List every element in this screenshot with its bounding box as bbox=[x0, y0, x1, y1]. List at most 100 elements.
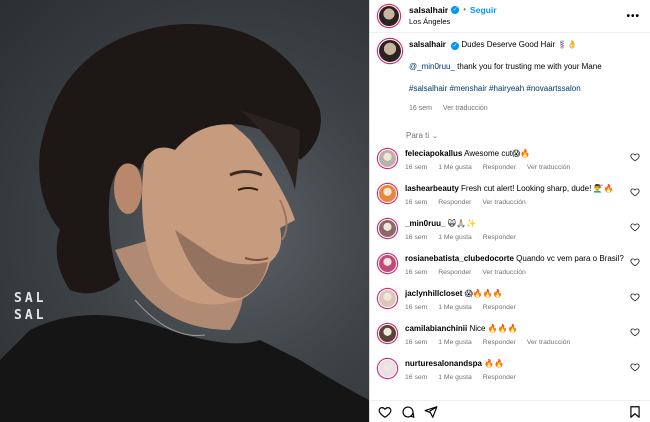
comment-text: 🙀🙏🏼✨ bbox=[447, 219, 476, 228]
commenter-username[interactable]: lashearbeauty bbox=[405, 184, 459, 193]
comment-row: rosianebatista_clubedocorte Quando vc ve… bbox=[378, 253, 640, 288]
comment-reply-button[interactable]: Responder bbox=[483, 234, 516, 241]
comment-body: jaclynhillcloset 😱🔥🔥🔥 16 sem 1 Me gusta … bbox=[405, 288, 630, 311]
comment-likes[interactable]: 1 Me gusta bbox=[438, 234, 472, 241]
comment-likes[interactable]: 1 Me gusta bbox=[438, 339, 472, 346]
commenter-avatar[interactable] bbox=[378, 219, 397, 238]
comment-reply-button[interactable]: Responder bbox=[438, 269, 471, 276]
watermark-line: SAL bbox=[14, 308, 47, 323]
post-header: salsalhair ✓ • Seguir Los Ángeles ••• bbox=[370, 0, 650, 33]
comment-time[interactable]: 16 sem bbox=[405, 269, 427, 276]
heart-icon[interactable] bbox=[630, 222, 640, 232]
comment-reply-button[interactable]: Responder bbox=[438, 199, 471, 206]
caption-time[interactable]: 16 sem bbox=[409, 105, 432, 112]
heart-icon[interactable] bbox=[630, 257, 640, 267]
photo-watermark: SAL SAL bbox=[14, 290, 46, 324]
commenter-avatar[interactable] bbox=[378, 289, 397, 308]
comment-reply-button[interactable]: Responder bbox=[483, 374, 516, 381]
heart-icon[interactable] bbox=[630, 327, 640, 337]
comment-text: Nice 🔥🔥🔥 bbox=[469, 324, 518, 333]
comment-reply-button[interactable]: Responder bbox=[483, 304, 516, 311]
comment-meta: 16 sem 1 Me gusta Responder Ver traducci… bbox=[405, 339, 630, 346]
comment-text-line: _min0ruu_ 🙀🙏🏼✨ bbox=[405, 218, 630, 229]
share-icon[interactable] bbox=[424, 405, 438, 419]
comment-time[interactable]: 16 sem bbox=[405, 374, 427, 381]
caption-thanks-text: thank you for trusting me with your Mane bbox=[454, 62, 602, 71]
comment-translate-link[interactable]: Ver traducción bbox=[482, 199, 525, 206]
post-viewer: SAL SAL salsalhair ✓ • Seguir Los Ángele… bbox=[0, 0, 650, 422]
comment-time[interactable]: 16 sem bbox=[405, 234, 427, 241]
post-sidebar: salsalhair ✓ • Seguir Los Ángeles ••• sa… bbox=[369, 0, 650, 422]
post-location[interactable]: Los Ángeles bbox=[409, 16, 626, 28]
comment-meta: 16 sem 1 Me gusta Responder bbox=[405, 374, 630, 381]
bookmark-icon[interactable] bbox=[628, 405, 642, 419]
commenter-username[interactable]: _min0ruu_ bbox=[405, 219, 445, 228]
comment-body: _min0ruu_ 🙀🙏🏼✨ 16 sem 1 Me gusta Respond… bbox=[405, 218, 630, 241]
caption-meta: 16 sem Ver traducción bbox=[409, 103, 640, 114]
commenter-username[interactable]: rosianebatista_clubedocorte bbox=[405, 254, 514, 263]
heart-icon[interactable] bbox=[630, 362, 640, 372]
author-avatar[interactable] bbox=[378, 5, 400, 27]
comment-row: camilabianchinii Nice 🔥🔥🔥 16 sem 1 Me gu… bbox=[378, 323, 640, 358]
comment-meta: 16 sem 1 Me gusta Responder Ver traducci… bbox=[405, 164, 630, 171]
author-username[interactable]: salsalhair bbox=[409, 4, 448, 16]
action-bar bbox=[370, 400, 650, 422]
comment-row: feleciapokallus Awesome cut😱🔥 16 sem 1 M… bbox=[378, 148, 640, 183]
chevron-down-icon: ⌄ bbox=[432, 132, 438, 140]
commenter-avatar[interactable] bbox=[378, 359, 397, 378]
for-you-filter[interactable]: Para ti ⌄ bbox=[406, 131, 640, 140]
comment-body: feleciapokallus Awesome cut😱🔥 16 sem 1 M… bbox=[405, 148, 630, 171]
comment-icon[interactable] bbox=[401, 405, 415, 419]
comment-translate-link[interactable]: Ver traducción bbox=[482, 269, 525, 276]
comment-text: 😱🔥🔥🔥 bbox=[464, 289, 503, 298]
comment-text-line: rosianebatista_clubedocorte Quando vc ve… bbox=[405, 253, 630, 264]
commenter-avatar[interactable] bbox=[378, 184, 397, 203]
commenter-avatar[interactable] bbox=[378, 149, 397, 168]
heart-icon[interactable] bbox=[378, 405, 392, 419]
more-options-icon[interactable]: ••• bbox=[626, 11, 640, 22]
caption-body: salsalhair ✓ Dudes Deserve Good Hair 💈👌 … bbox=[409, 39, 640, 114]
caption-hashtags[interactable]: #salsalhair #menshair #hairyeah #novaart… bbox=[409, 83, 640, 94]
comment-translate-link[interactable]: Ver traducción bbox=[527, 339, 570, 346]
comment-time[interactable]: 16 sem bbox=[405, 164, 427, 171]
commenter-username[interactable]: feleciapokallus bbox=[405, 149, 462, 158]
commenter-avatar[interactable] bbox=[378, 324, 397, 343]
caption-username[interactable]: salsalhair bbox=[409, 40, 446, 49]
follow-button[interactable]: Seguir bbox=[470, 4, 496, 16]
comment-translate-link[interactable]: Ver traducción bbox=[527, 164, 570, 171]
commenter-username[interactable]: jaclynhillcloset bbox=[405, 289, 462, 298]
caption-mention-link[interactable]: @_min0ruu_ bbox=[409, 62, 455, 71]
comment-text-line: nurturesalonandspa 🔥🔥 bbox=[405, 358, 630, 369]
comment-text: Quando vc vem para o Brasil? bbox=[516, 254, 624, 263]
for-you-label: Para ti bbox=[406, 131, 430, 140]
comment-likes[interactable]: 1 Me gusta bbox=[438, 304, 472, 311]
caption-avatar[interactable] bbox=[378, 39, 402, 63]
author-info: salsalhair ✓ • Seguir Los Ángeles bbox=[409, 4, 626, 28]
comment-time[interactable]: 16 sem bbox=[405, 304, 427, 311]
comment-reply-button[interactable]: Responder bbox=[483, 339, 516, 346]
heart-icon[interactable] bbox=[630, 187, 640, 197]
comment-reply-button[interactable]: Responder bbox=[483, 164, 516, 171]
author-row: salsalhair ✓ • Seguir bbox=[409, 4, 626, 16]
comment-meta: 16 sem 1 Me gusta Responder bbox=[405, 304, 630, 311]
commenter-avatar[interactable] bbox=[378, 254, 397, 273]
post-image[interactable]: SAL SAL bbox=[0, 0, 369, 422]
heart-icon[interactable] bbox=[630, 292, 640, 302]
comment-text: Fresh cut alert! Looking sharp, dude! 💇‍… bbox=[461, 184, 614, 193]
comments-scroll-area[interactable]: salsalhair ✓ Dudes Deserve Good Hair 💈👌 … bbox=[370, 33, 650, 400]
comment-time[interactable]: 16 sem bbox=[405, 199, 427, 206]
comment-body: camilabianchinii Nice 🔥🔥🔥 16 sem 1 Me gu… bbox=[405, 323, 630, 346]
comment-text: Awesome cut😱🔥 bbox=[464, 149, 531, 158]
caption-translate-link[interactable]: Ver traducción bbox=[443, 105, 488, 112]
heart-icon[interactable] bbox=[630, 152, 640, 162]
comment-likes[interactable]: 1 Me gusta bbox=[438, 164, 472, 171]
comment-meta: 16 sem Responder Ver traducción bbox=[405, 199, 630, 206]
comment-text-line: lashearbeauty Fresh cut alert! Looking s… bbox=[405, 183, 630, 194]
comment-text: 🔥🔥 bbox=[484, 359, 505, 368]
caption-thanks-line: @_min0ruu_ thank you for trusting me wit… bbox=[409, 61, 640, 72]
commenter-username[interactable]: camilabianchinii bbox=[405, 324, 467, 333]
comment-time[interactable]: 16 sem bbox=[405, 339, 427, 346]
post-caption: salsalhair ✓ Dudes Deserve Good Hair 💈👌 … bbox=[378, 33, 640, 114]
comment-likes[interactable]: 1 Me gusta bbox=[438, 374, 472, 381]
commenter-username[interactable]: nurturesalonandspa bbox=[405, 359, 482, 368]
